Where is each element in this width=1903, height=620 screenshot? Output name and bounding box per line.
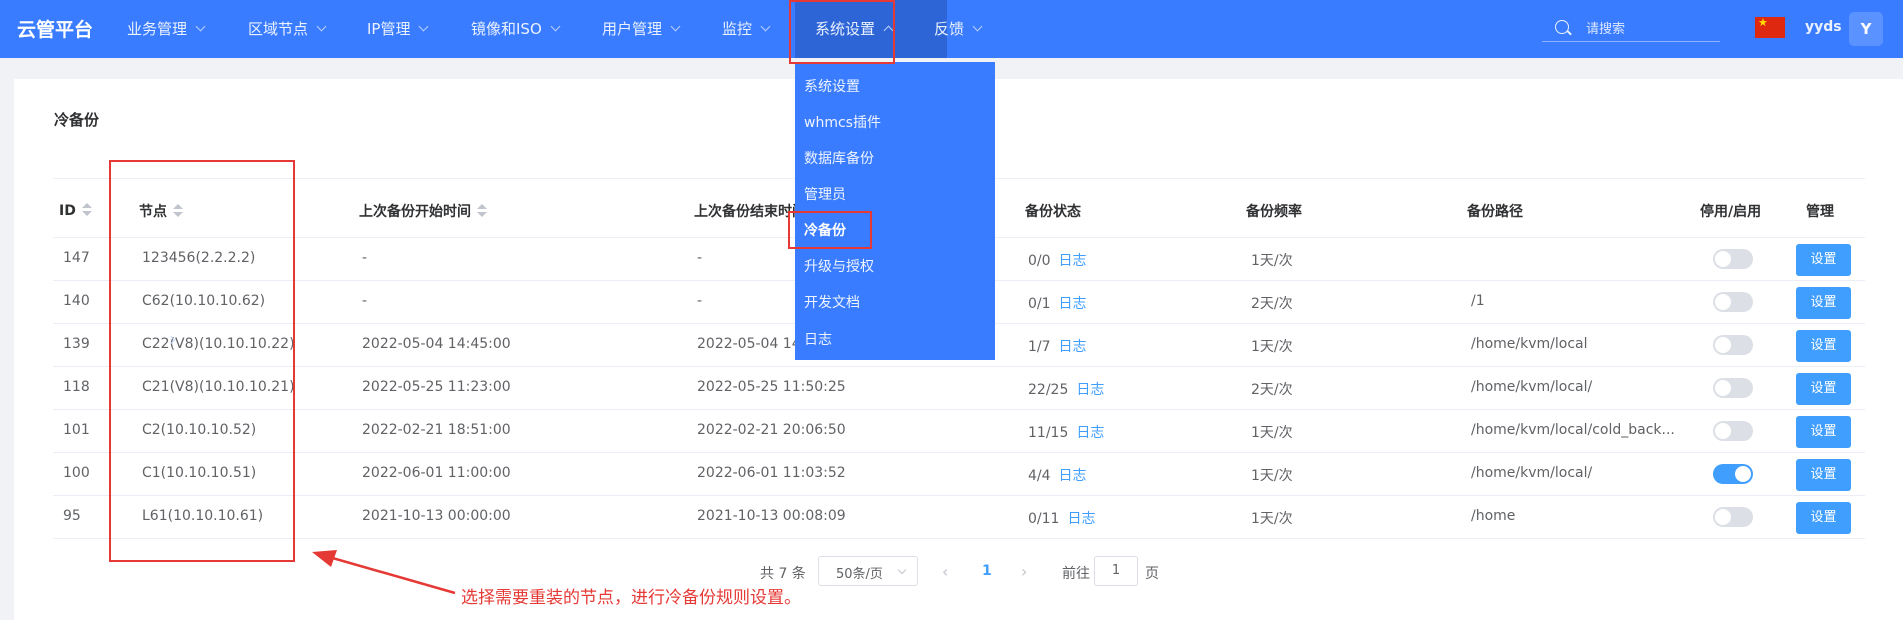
annotation-text: 选择需要重装的节点，进行冷备份规则设置。 bbox=[461, 588, 801, 608]
annotation-arrow bbox=[312, 550, 456, 595]
